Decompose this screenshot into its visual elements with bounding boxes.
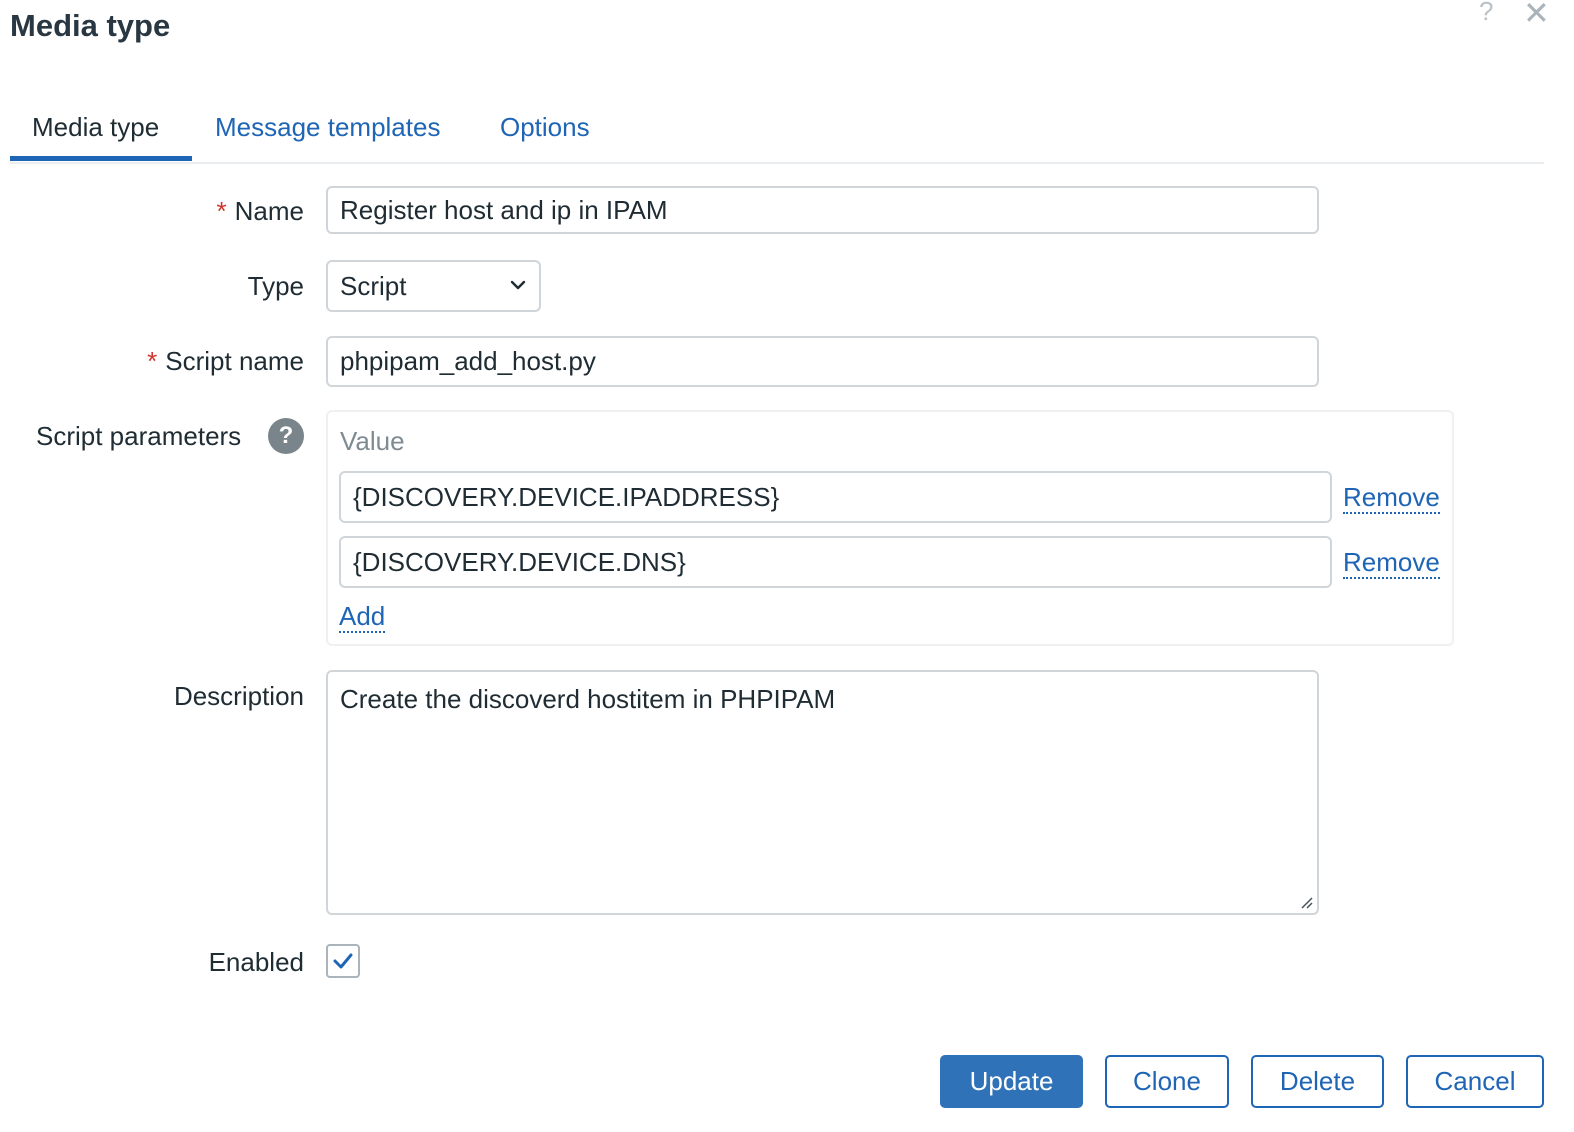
script-parameter-input[interactable]: {DISCOVERY.DEVICE.IPADDRESS} <box>339 471 1332 523</box>
script-parameters-label: Script parameters <box>36 421 242 451</box>
type-select-value: Script <box>340 270 407 301</box>
script-parameters-table: Value {DISCOVERY.DEVICE.IPADDRESS} Remov… <box>326 410 1454 646</box>
cancel-button[interactable]: Cancel <box>1406 1055 1544 1108</box>
delete-button[interactable]: Delete <box>1251 1055 1384 1108</box>
add-parameter-link[interactable]: Add <box>339 601 386 633</box>
script-parameter-value: {DISCOVERY.DEVICE.IPADDRESS} <box>353 481 780 512</box>
dialog-title: Media type <box>10 8 171 43</box>
type-select[interactable]: Script <box>326 260 541 312</box>
enabled-checkbox[interactable] <box>326 944 360 978</box>
description-value: Create the discoverd hostitem in PHPIPAM <box>340 684 836 714</box>
clone-button[interactable]: Clone <box>1105 1055 1229 1108</box>
script-name-label: * Script name <box>147 346 304 376</box>
enabled-label: Enabled <box>208 947 304 977</box>
resize-grip-icon[interactable] <box>1299 895 1313 909</box>
active-tab-indicator <box>10 156 192 161</box>
help-icon[interactable]: ? <box>268 418 304 454</box>
remove-parameter-link[interactable]: Remove <box>1343 547 1440 579</box>
dialog-help-icon[interactable]: ? <box>1479 0 1493 27</box>
type-label: Type <box>247 271 304 301</box>
script-name-input[interactable]: phpipam_add_host.py <box>326 336 1319 387</box>
name-input[interactable]: Register host and ip in IPAM <box>326 186 1319 234</box>
check-icon <box>333 953 353 969</box>
tab-bar: Media type Message templates Options <box>10 100 1544 164</box>
chevron-down-icon <box>510 280 526 290</box>
script-parameter-value: {DISCOVERY.DEVICE.DNS} <box>353 546 686 577</box>
script-name-input-value: phpipam_add_host.py <box>340 346 596 376</box>
description-label: Description <box>173 681 304 711</box>
tab-media-type[interactable]: Media type <box>32 112 159 143</box>
required-mark: * <box>147 346 158 376</box>
description-textarea[interactable]: Create the discoverd hostitem in PHPIPAM <box>326 670 1319 915</box>
remove-parameter-link[interactable]: Remove <box>1343 482 1440 514</box>
media-type-dialog: Media type ? ✕ Media type Message templa… <box>0 0 1574 1132</box>
name-input-value: Register host and ip in IPAM <box>340 194 668 225</box>
required-mark: * <box>216 196 227 226</box>
update-button[interactable]: Update <box>940 1055 1083 1108</box>
tab-options[interactable]: Options <box>500 112 590 143</box>
tab-message-templates[interactable]: Message templates <box>215 112 440 143</box>
close-icon[interactable]: ✕ <box>1523 0 1550 32</box>
script-parameter-input[interactable]: {DISCOVERY.DEVICE.DNS} <box>339 536 1332 588</box>
value-column-header: Value <box>340 426 405 456</box>
name-label: * Name <box>216 196 304 226</box>
